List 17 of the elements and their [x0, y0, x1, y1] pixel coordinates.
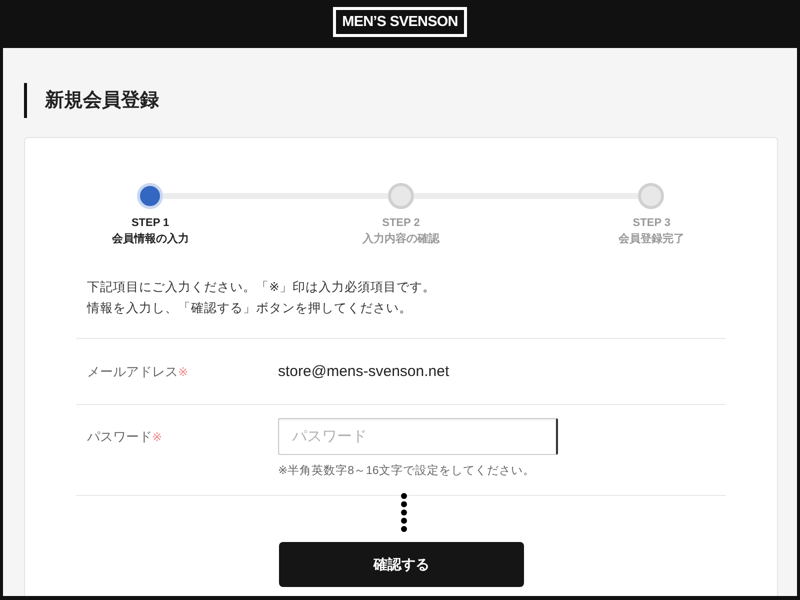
step-caption: 会員情報の入力 [112, 232, 189, 247]
instruction-text: 情報を入力し、「確認する」ボタンを押してください。 [87, 300, 413, 317]
step-label: STEP 3 [632, 216, 671, 231]
step-label: STEP 1 [131, 216, 170, 231]
step-caption: 会員登録完了 [618, 232, 685, 247]
password-field[interactable]: パスワード [278, 418, 558, 455]
logo[interactable]: MEN’S SVENSON [333, 7, 467, 37]
email-value: store@mens-svenson.net [278, 363, 450, 380]
step-caption: 入力内容の確認 [362, 232, 440, 247]
page-title: 新規会員登録 [24, 83, 778, 118]
vertical-dots-icon [401, 493, 407, 532]
step-label: STEP 2 [382, 216, 420, 231]
instruction-text: 下記項目にご入力ください。「※」印は入力必須項目です。 [87, 279, 436, 296]
field-label: メールアドレス※ [86, 362, 190, 380]
field-label: パスワード※ [86, 428, 164, 446]
hint-text: ※半角英数字8～16文字で設定をしてください。 [278, 463, 535, 479]
confirm-button[interactable]: 確認する [279, 542, 524, 587]
